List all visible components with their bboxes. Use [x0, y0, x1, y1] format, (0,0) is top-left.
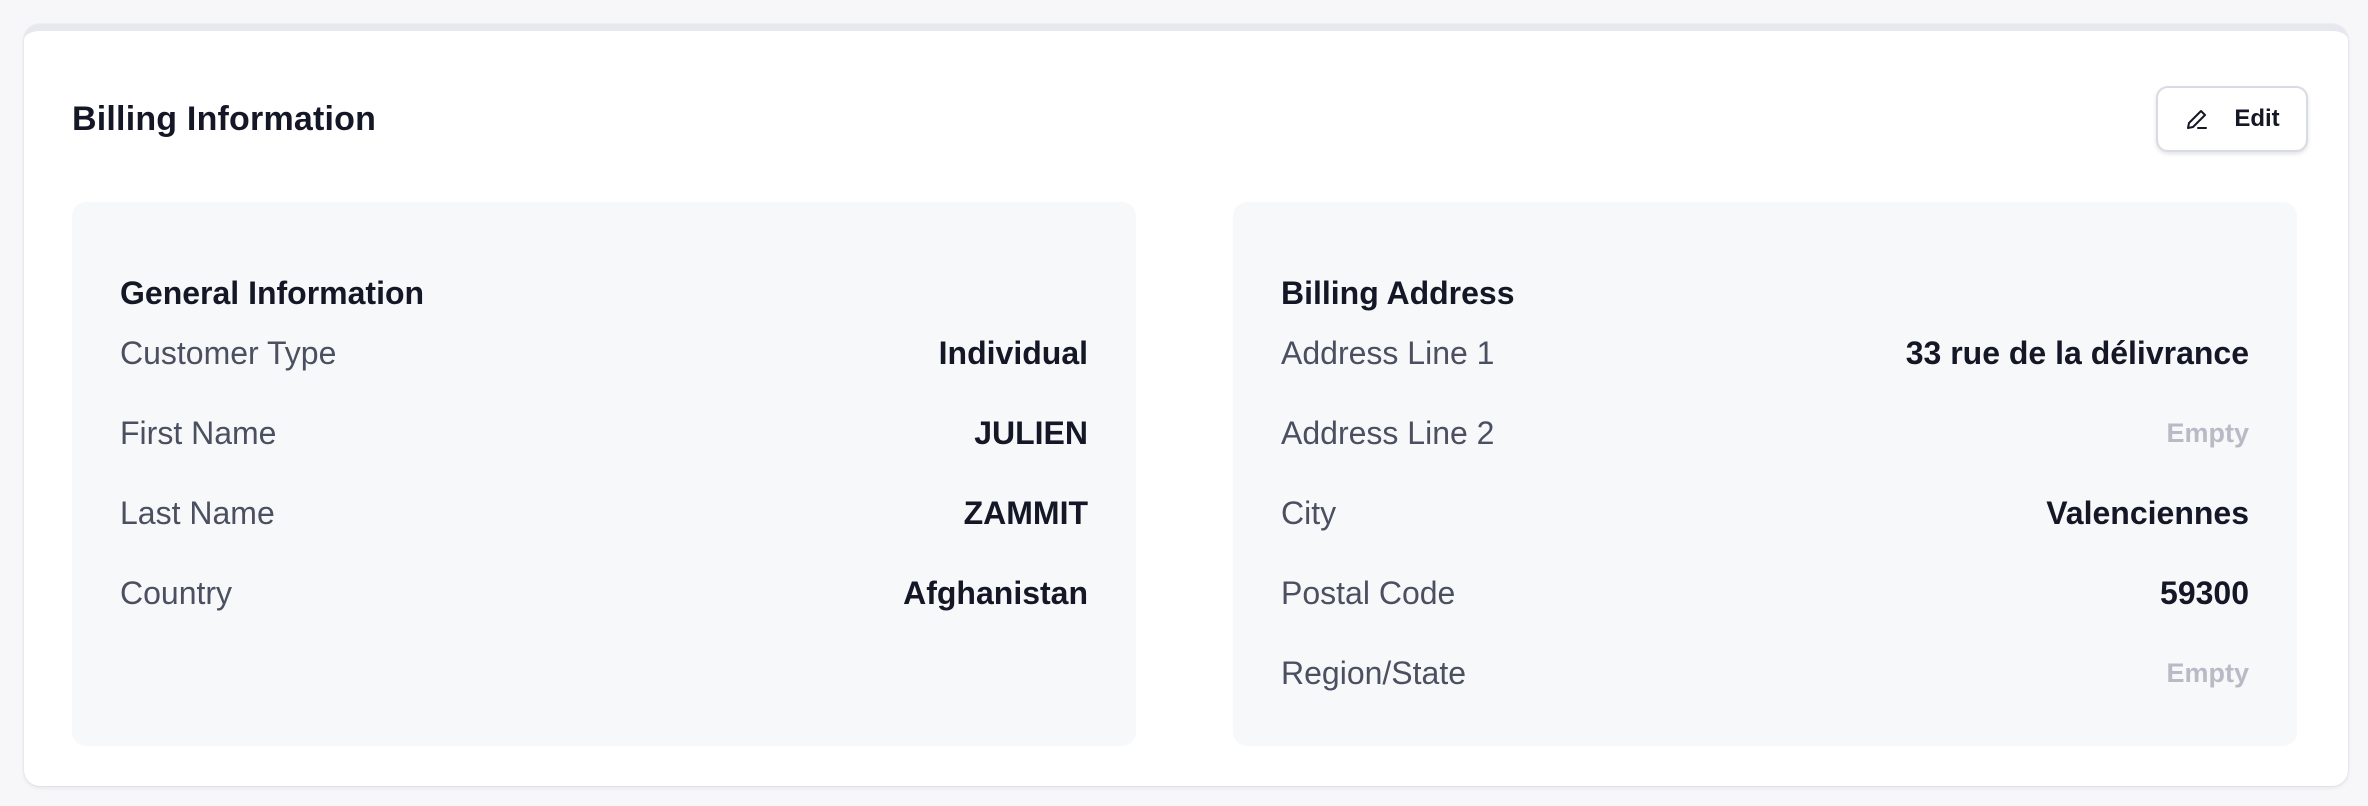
- field-value: Afghanistan: [903, 574, 1088, 611]
- address-line-2-row: Address Line 2 Empty: [1281, 411, 2249, 455]
- billing-address-panel: Billing Address Address Line 1 33 rue de…: [1233, 202, 2297, 746]
- field-label: Region/State: [1281, 654, 1467, 691]
- field-value: Individual: [938, 334, 1088, 371]
- field-value: Valenciennes: [2046, 494, 2249, 531]
- billing-information-card: Billing Information Edit General Informa…: [24, 24, 2348, 786]
- last-name-row: Last Name ZAMMIT: [120, 491, 1088, 535]
- field-value: ZAMMIT: [963, 494, 1088, 531]
- customer-type-row: Customer Type Individual: [120, 331, 1088, 375]
- field-label: Postal Code: [1281, 574, 1456, 611]
- postal-code-row: Postal Code 59300: [1281, 571, 2249, 615]
- first-name-row: First Name JULIEN: [120, 411, 1088, 455]
- field-label: City: [1281, 494, 1337, 531]
- field-label: Address Line 2: [1281, 414, 1495, 451]
- field-value: 33 rue de la délivrance: [1905, 334, 2249, 371]
- general-information-title: General Information: [120, 275, 425, 311]
- city-row: City Valenciennes: [1281, 491, 2249, 535]
- field-label: First Name: [120, 414, 277, 451]
- pencil-icon: [2184, 106, 2210, 132]
- field-label: Last Name: [120, 494, 275, 531]
- edit-button-label: Edit: [2234, 105, 2280, 132]
- field-label: Address Line 1: [1281, 334, 1495, 371]
- field-value: 59300: [2160, 574, 2249, 611]
- region-state-row: Region/State Empty: [1281, 651, 2249, 695]
- field-label: Customer Type: [120, 334, 337, 371]
- empty-value: Empty: [2166, 657, 2249, 688]
- card-title: Billing Information: [72, 100, 377, 138]
- empty-value: Empty: [2166, 417, 2249, 448]
- country-row: Country Afghanistan: [120, 571, 1088, 615]
- address-line-1-row: Address Line 1 33 rue de la délivrance: [1281, 331, 2249, 375]
- billing-address-title: Billing Address: [1281, 275, 1515, 311]
- field-label: Country: [120, 574, 233, 611]
- general-information-panel: General Information Customer Type Indivi…: [72, 202, 1136, 746]
- edit-button[interactable]: Edit: [2156, 86, 2308, 152]
- field-value: JULIEN: [974, 414, 1088, 451]
